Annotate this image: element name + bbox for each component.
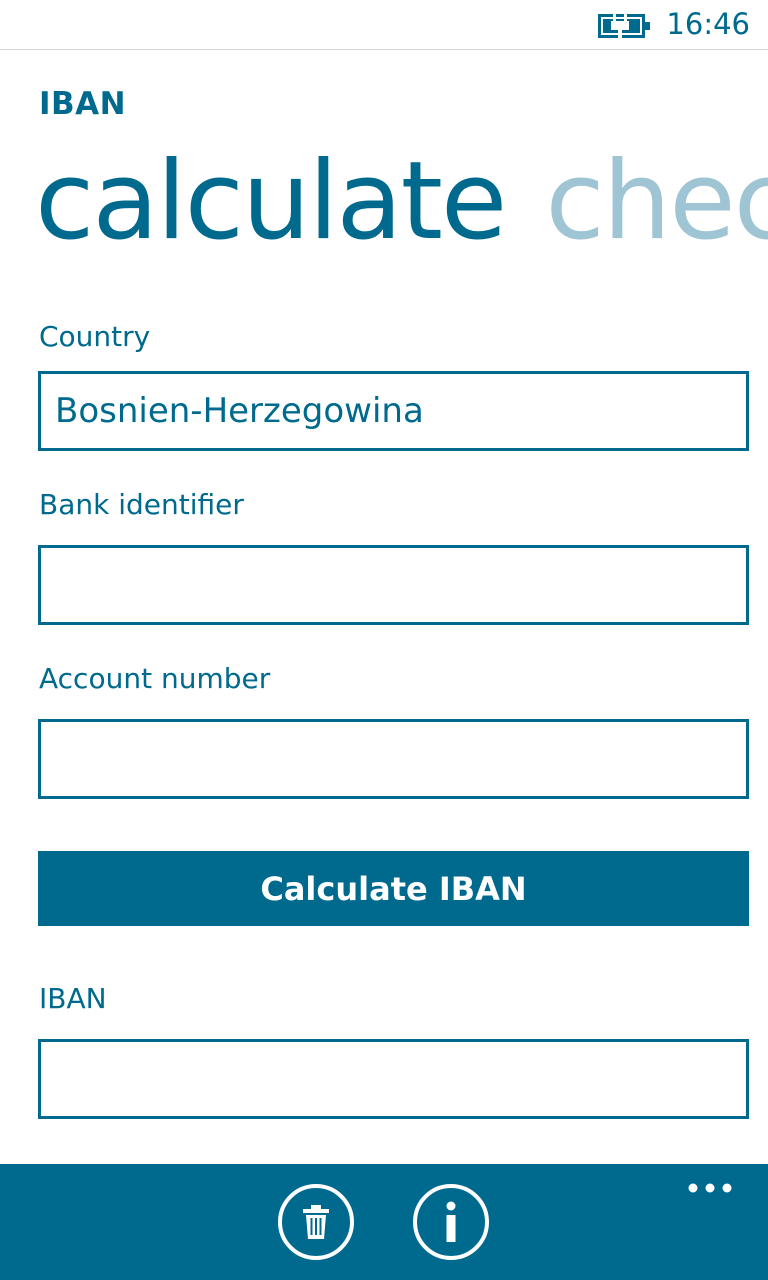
bank-identifier-label: Bank identifier <box>39 488 244 521</box>
pivot-header: calculate check <box>35 142 768 262</box>
app-title: IBAN <box>39 86 127 122</box>
info-icon <box>446 1201 456 1242</box>
screen: 16:46 IBAN calculate check Country Bosnie… <box>0 0 768 1280</box>
pivot-item-check[interactable]: check <box>545 142 768 262</box>
pivot-item-calculate[interactable]: calculate <box>35 142 507 262</box>
iban-output-field[interactable] <box>38 1039 749 1119</box>
iban-label: IBAN <box>39 982 107 1015</box>
country-selected-value: Bosnien-Herzegowina <box>55 391 424 431</box>
country-label: Country <box>39 320 151 353</box>
more-icon[interactable] <box>688 1182 732 1194</box>
calculate-iban-button[interactable]: Calculate IBAN <box>38 851 749 926</box>
battery-charging-icon <box>598 12 650 40</box>
trash-icon <box>303 1205 329 1239</box>
app-bar <box>0 1164 768 1280</box>
country-select[interactable]: Bosnien-Herzegowina <box>38 371 749 451</box>
info-button[interactable] <box>413 1184 489 1260</box>
account-number-input[interactable] <box>38 719 749 799</box>
clock: 16:46 <box>666 7 750 41</box>
account-number-label: Account number <box>39 662 271 695</box>
status-bar: 16:46 <box>0 0 768 50</box>
bank-identifier-input[interactable] <box>38 545 749 625</box>
delete-button[interactable] <box>278 1184 354 1260</box>
